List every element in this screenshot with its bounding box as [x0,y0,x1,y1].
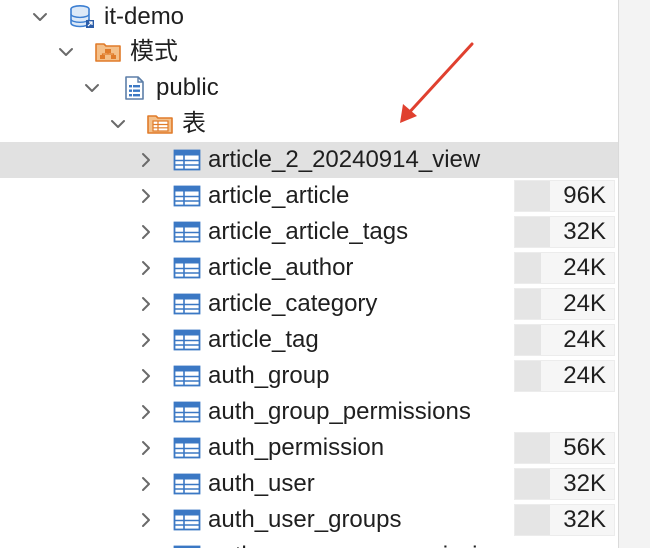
table-size-indicator: 24K [514,288,615,320]
database-navigator: it-demo 模式 public 表 article_2_20240914_v… [0,0,650,548]
table-size: 96K [563,182,606,209]
tree-node-tables-folder[interactable]: 表 [0,106,618,142]
table-size-bar [515,505,550,535]
table-row[interactable]: article_category 24K [0,286,618,322]
table-row[interactable]: auth_permission 56K [0,430,618,466]
table-size-indicator: 32K [514,504,615,536]
table-size-bar [515,325,541,355]
table-size: 56K [563,434,606,461]
table-size: 24K [563,290,606,317]
table-name: article_article_tags [208,218,409,245]
schemas-folder-label: 模式 [130,38,178,65]
table-size-bar [515,253,541,283]
connection-label: it-demo [104,3,185,30]
table-row[interactable]: auth_user_user_permissions [0,538,618,548]
chevron-down-icon[interactable] [110,116,126,132]
tables-folder-label: 表 [182,110,206,137]
table-row[interactable]: auth_group 24K [0,358,618,394]
chevron-down-icon[interactable] [58,44,74,60]
table-size-indicator: 24K [514,360,615,392]
chevron-down-icon[interactable] [32,9,48,25]
table-row[interactable]: auth_user 32K [0,466,618,502]
table-size-bar [515,289,541,319]
vertical-scrollbar[interactable] [618,0,650,548]
table-name: auth_user [208,470,315,497]
table-size-bar [515,433,550,463]
table-size-bar [515,217,550,247]
table-size: 32K [563,506,606,533]
chevron-right-icon[interactable] [138,512,154,528]
table-size: 32K [563,218,606,245]
table-row[interactable]: article_2_20240914_view [0,142,618,178]
table-name: article_author [208,254,354,281]
chevron-down-icon[interactable] [84,80,100,96]
table-size-indicator: 96K [514,180,615,212]
table-name: article_article [208,182,350,209]
table-icon [173,293,201,315]
table-size-indicator: 32K [514,216,615,248]
table-icon [173,149,201,171]
table-size-indicator: 56K [514,432,615,464]
table-size: 24K [563,254,606,281]
table-name: article_tag [208,326,319,353]
table-size-bar [515,181,550,211]
table-size-bar [515,469,550,499]
chevron-right-icon[interactable] [138,152,154,168]
table-size: 32K [563,470,606,497]
schema-folder-icon [95,43,121,62]
table-icon [173,473,201,495]
table-row[interactable]: article_article_tags 32K [0,214,618,250]
table-icon [173,185,201,207]
table-name: auth_user_user_permissions [208,538,516,548]
tree-node-connection[interactable]: it-demo [0,0,618,35]
chevron-right-icon[interactable] [138,332,154,348]
table-icon [173,545,201,548]
table-icon [173,509,201,531]
table-folder-icon [147,115,173,134]
chevron-right-icon[interactable] [138,296,154,312]
chevron-right-icon[interactable] [138,260,154,276]
table-name: auth_permission [208,434,385,461]
table-name: auth_group [208,362,330,389]
table-icon [173,365,201,387]
chevron-right-icon[interactable] [138,476,154,492]
chevron-right-icon[interactable] [138,368,154,384]
table-size: 24K [563,326,606,353]
table-size-indicator: 24K [514,324,615,356]
database-icon [70,5,94,28]
table-name: article_category [208,290,378,317]
tree-node-schema-public[interactable]: public [0,70,618,106]
table-size-indicator: 32K [514,468,615,500]
table-row[interactable]: auth_group_permissions [0,394,618,430]
chevron-right-icon[interactable] [138,224,154,240]
table-icon [173,329,201,351]
table-size-bar [515,361,541,391]
chevron-right-icon[interactable] [138,404,154,420]
table-row[interactable]: article_tag 24K [0,322,618,358]
table-icon [173,401,201,423]
table-size-indicator: 24K [514,252,615,284]
chevron-right-icon[interactable] [138,440,154,456]
table-row[interactable]: article_author 24K [0,250,618,286]
table-row[interactable]: article_article 96K [0,178,618,214]
tree-node-schemas-folder[interactable]: 模式 [0,34,618,70]
table-size: 24K [563,362,606,389]
table-row[interactable]: auth_user_groups 32K [0,502,618,538]
schema-icon [125,76,144,100]
table-name: auth_group_permissions [208,398,471,425]
chevron-right-icon[interactable] [138,188,154,204]
schema-label: public [156,74,219,101]
table-icon [173,221,201,243]
table-name: auth_user_groups [208,506,402,533]
table-icon [173,437,201,459]
table-name: article_2_20240914_view [208,146,481,173]
table-icon [173,257,201,279]
